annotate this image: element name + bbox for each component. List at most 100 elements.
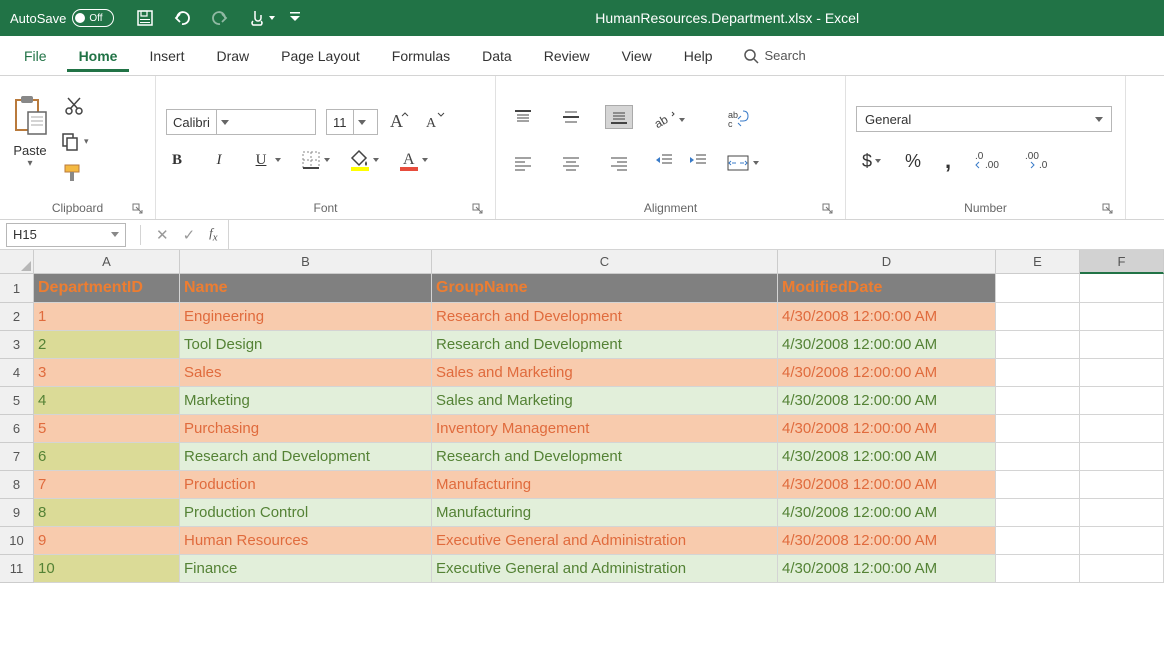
clipboard-dialog-launcher[interactable]	[132, 203, 143, 214]
copy-button[interactable]: ▾	[60, 131, 89, 151]
col-header-c[interactable]: C	[432, 250, 778, 274]
decrease-decimal-button[interactable]: .00.0	[1025, 150, 1051, 173]
decrease-font-button[interactable]: A	[424, 111, 446, 134]
cell[interactable]: 6	[34, 443, 180, 471]
tab-formulas[interactable]: Formulas	[380, 40, 462, 72]
accept-formula-button[interactable]: ✓	[183, 226, 196, 244]
row-header[interactable]: 10	[0, 527, 34, 555]
cell[interactable]: 4/30/2008 12:00:00 AM	[778, 415, 996, 443]
font-dialog-launcher[interactable]	[472, 203, 483, 214]
cell[interactable]	[1080, 443, 1164, 471]
decrease-indent-button[interactable]	[654, 152, 674, 171]
tab-data[interactable]: Data	[470, 40, 524, 72]
comma-format-button[interactable]: ,	[945, 148, 951, 174]
cell[interactable]: Tool Design	[180, 331, 432, 359]
cell[interactable]	[996, 471, 1080, 499]
tab-review[interactable]: Review	[532, 40, 602, 72]
cell[interactable]: 4/30/2008 12:00:00 AM	[778, 555, 996, 583]
cell[interactable]: 4/30/2008 12:00:00 AM	[778, 499, 996, 527]
cell[interactable]: Engineering	[180, 303, 432, 331]
worksheet-grid[interactable]: A B C D E F 1 DepartmentID Name GroupNam…	[0, 250, 1164, 583]
cell[interactable]: Executive General and Administration	[432, 555, 778, 583]
cell[interactable]: 5	[34, 415, 180, 443]
cell[interactable]	[996, 303, 1080, 331]
cell[interactable]: 4/30/2008 12:00:00 AM	[778, 359, 996, 387]
row-header[interactable]: 1	[0, 274, 34, 303]
cell[interactable]: Marketing	[180, 387, 432, 415]
cell[interactable]: Inventory Management	[432, 415, 778, 443]
cell[interactable]: 8	[34, 499, 180, 527]
row-header[interactable]: 8	[0, 471, 34, 499]
row-header[interactable]: 4	[0, 359, 34, 387]
cell[interactable]: Research and Development	[432, 331, 778, 359]
cell[interactable]: Name	[180, 274, 432, 303]
col-header-e[interactable]: E	[996, 250, 1080, 274]
alignment-dialog-launcher[interactable]	[822, 203, 833, 214]
format-painter-button[interactable]	[63, 163, 85, 186]
cell[interactable]: DepartmentID	[34, 274, 180, 303]
cell[interactable]	[996, 499, 1080, 527]
fill-color-button[interactable]	[350, 149, 379, 171]
tab-page-layout[interactable]: Page Layout	[269, 40, 372, 72]
cell[interactable]: 4/30/2008 12:00:00 AM	[778, 303, 996, 331]
cell[interactable]	[1080, 471, 1164, 499]
cell[interactable]: 2	[34, 331, 180, 359]
select-all-button[interactable]	[0, 250, 34, 274]
row-header[interactable]: 7	[0, 443, 34, 471]
cell[interactable]	[1080, 331, 1164, 359]
align-middle-button[interactable]	[557, 105, 585, 129]
italic-button[interactable]: I	[208, 152, 230, 169]
cell[interactable]: Executive General and Administration	[432, 527, 778, 555]
font-size-combo[interactable]: 11	[326, 109, 378, 135]
increase-indent-button[interactable]	[688, 152, 708, 171]
cell[interactable]	[1080, 555, 1164, 583]
row-header[interactable]: 9	[0, 499, 34, 527]
row-header[interactable]: 11	[0, 555, 34, 583]
cell[interactable]	[1080, 303, 1164, 331]
name-box[interactable]: H15	[6, 223, 126, 247]
tab-home[interactable]: Home	[67, 40, 130, 72]
col-header-d[interactable]: D	[778, 250, 996, 274]
align-left-button[interactable]	[509, 151, 537, 175]
insert-function-button[interactable]: fx	[209, 225, 217, 244]
cell[interactable]	[996, 555, 1080, 583]
formula-input[interactable]	[228, 220, 1164, 249]
font-name-combo[interactable]: Calibri	[166, 109, 316, 135]
cell[interactable]: 4/30/2008 12:00:00 AM	[778, 387, 996, 415]
cell[interactable]: 4/30/2008 12:00:00 AM	[778, 471, 996, 499]
tab-draw[interactable]: Draw	[204, 40, 261, 72]
cell[interactable]: 1	[34, 303, 180, 331]
orientation-button[interactable]: ab	[654, 110, 708, 130]
autosave-toggle[interactable]: AutoSave Off	[10, 9, 114, 27]
accounting-format-button[interactable]: $	[862, 151, 881, 172]
row-header[interactable]: 3	[0, 331, 34, 359]
cell[interactable]: 3	[34, 359, 180, 387]
increase-decimal-button[interactable]: .0.00	[975, 150, 1001, 173]
number-format-combo[interactable]: General	[856, 106, 1112, 132]
save-button[interactable]	[136, 9, 154, 27]
col-header-a[interactable]: A	[34, 250, 180, 274]
tab-view[interactable]: View	[610, 40, 664, 72]
cell[interactable]	[996, 331, 1080, 359]
percent-format-button[interactable]: %	[905, 151, 921, 172]
tab-file[interactable]: File	[12, 40, 59, 72]
touch-mode-button[interactable]	[248, 9, 266, 27]
cell[interactable]: Research and Development	[432, 303, 778, 331]
cell[interactable]: Production	[180, 471, 432, 499]
row-header[interactable]: 6	[0, 415, 34, 443]
cell[interactable]: Finance	[180, 555, 432, 583]
cell[interactable]	[996, 359, 1080, 387]
wrap-text-button[interactable]: abc	[726, 109, 759, 132]
align-right-button[interactable]	[605, 151, 633, 175]
cell[interactable]: Production Control	[180, 499, 432, 527]
cell[interactable]: 7	[34, 471, 180, 499]
align-center-button[interactable]	[557, 151, 585, 175]
cell[interactable]: Sales	[180, 359, 432, 387]
cell[interactable]: 4	[34, 387, 180, 415]
cell[interactable]	[996, 274, 1080, 303]
col-header-f[interactable]: F	[1080, 250, 1164, 274]
redo-button[interactable]	[210, 9, 230, 27]
cell[interactable]	[1080, 274, 1164, 303]
cell[interactable]: Manufacturing	[432, 499, 778, 527]
cell[interactable]: 9	[34, 527, 180, 555]
